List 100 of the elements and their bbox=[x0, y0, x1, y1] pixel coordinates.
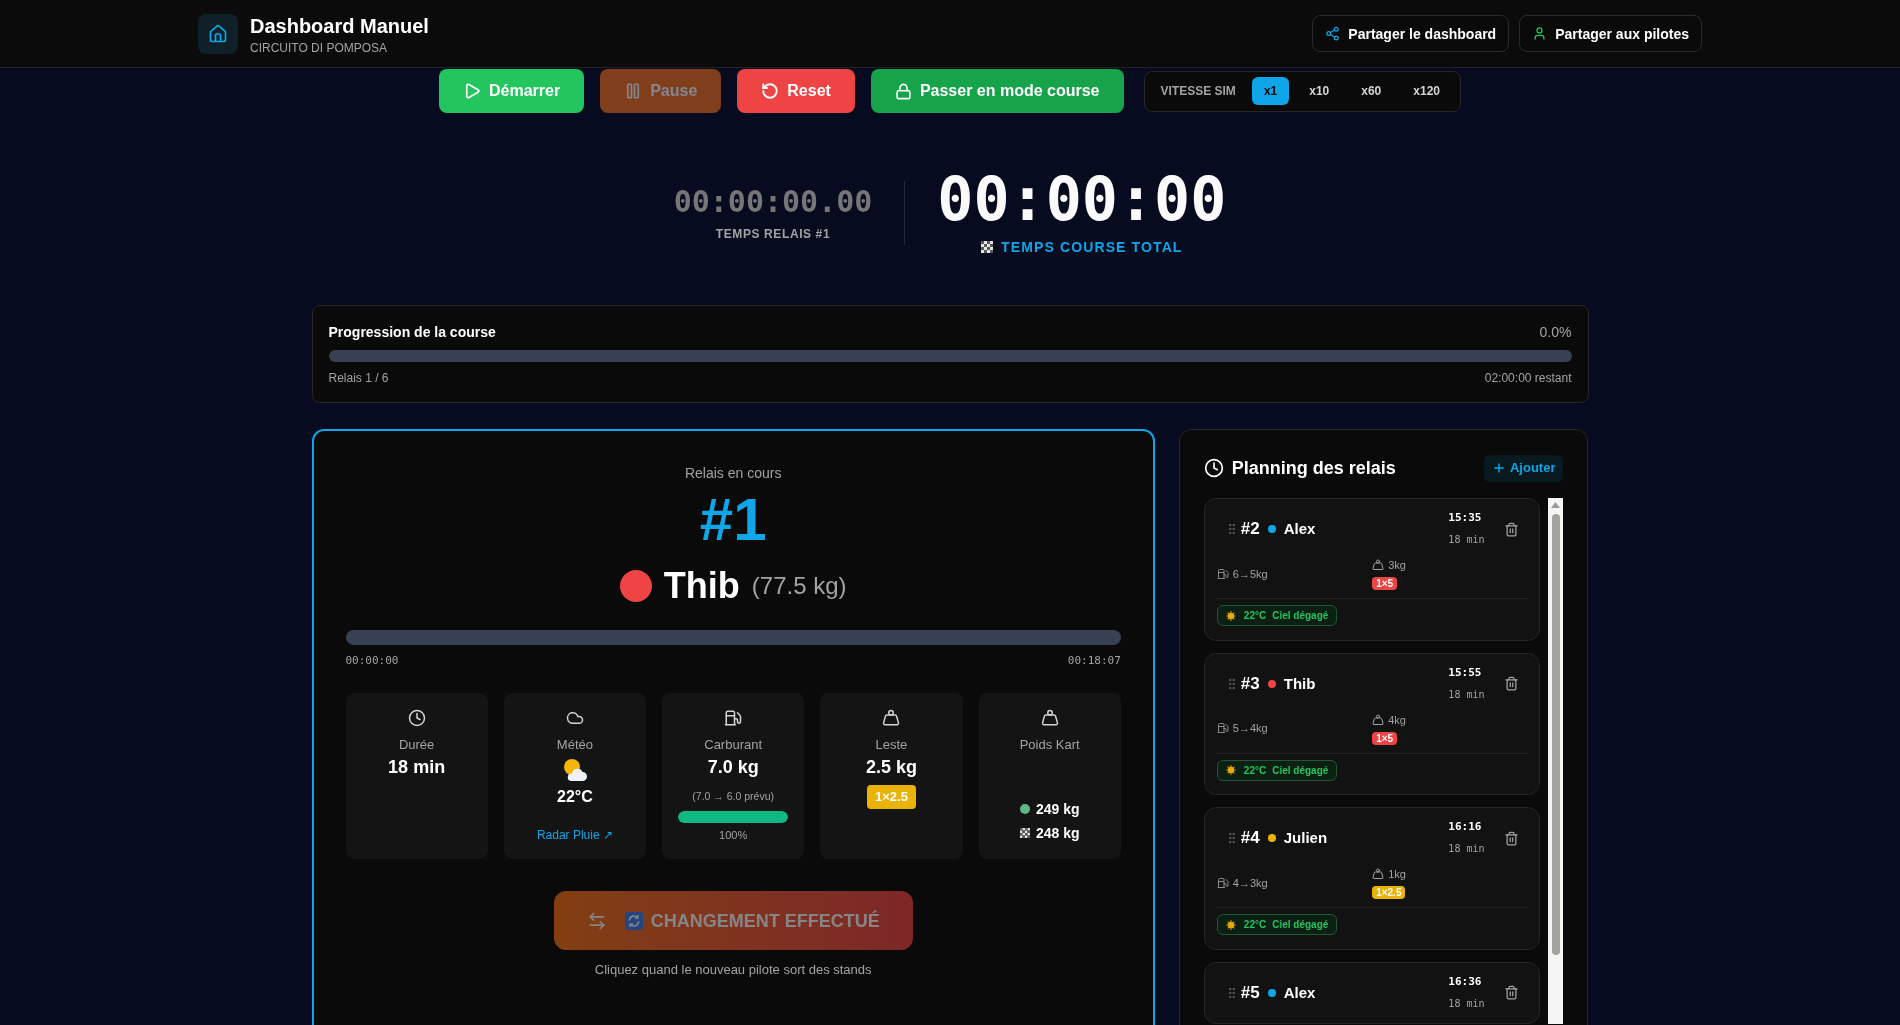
stat-value: 2.5 kg bbox=[865, 756, 917, 779]
stat-value: 22°C bbox=[557, 787, 593, 807]
relay-start: 00:00:00 bbox=[345, 653, 399, 669]
add-relay-button[interactable]: Ajouter bbox=[1484, 454, 1564, 482]
driver-change-hint: Cliquez quand le nouveau pilote sort des stands bbox=[594, 961, 872, 979]
weather-condition: Ciel dégagé bbox=[1272, 763, 1329, 777]
fuel-percent: 100% bbox=[719, 828, 748, 843]
scroll-up-arrow-icon[interactable] bbox=[1551, 502, 1561, 508]
kart-weight-value: 249 kg bbox=[1035, 800, 1080, 819]
dot-icon bbox=[1019, 804, 1030, 814]
dashboard-title: Dashboard Manuel bbox=[250, 13, 429, 39]
weather-temperature: 22°C bbox=[1243, 763, 1267, 777]
stat-label: Durée bbox=[398, 736, 435, 754]
refresh-icon bbox=[624, 911, 643, 930]
stat-label: Carburant bbox=[704, 736, 763, 754]
stat-value: 7.0 kg bbox=[707, 756, 759, 779]
time-remaining: 02:00:00 restant bbox=[1484, 370, 1572, 386]
speed-option[interactable]: x120 bbox=[1401, 77, 1452, 105]
fuel-plan: 6→5kg bbox=[1232, 566, 1268, 582]
driver-name: Alex bbox=[1283, 982, 1316, 1003]
lock-icon bbox=[894, 82, 912, 100]
relay-start-time: 16:16 bbox=[1448, 820, 1483, 834]
delete-icon[interactable] bbox=[1504, 985, 1520, 1000]
sun-behind-cloud-icon bbox=[562, 758, 588, 781]
stat-value: 18 min bbox=[388, 756, 446, 779]
fuel-pump-icon bbox=[1216, 722, 1229, 734]
delete-icon[interactable] bbox=[1504, 521, 1520, 537]
relay-duration: 18 min bbox=[1448, 533, 1485, 547]
relay-number: #2 bbox=[1240, 518, 1260, 540]
cloud-icon bbox=[565, 709, 584, 727]
weather-temperature: 22°C bbox=[1243, 609, 1267, 622]
ballast-badge: 1×5 bbox=[1372, 577, 1398, 590]
weather-temperature: 22°C bbox=[1243, 918, 1267, 931]
home-icon[interactable] bbox=[198, 13, 238, 54]
driver-name: Julien bbox=[1283, 828, 1328, 848]
weight-icon bbox=[1372, 559, 1385, 571]
ballast-weight: 3kg bbox=[1388, 558, 1406, 573]
checkered-flag-icon bbox=[981, 241, 994, 253]
clock-icon bbox=[407, 709, 426, 727]
relay-number: #5 bbox=[1240, 981, 1260, 1004]
weather-condition: Ciel dégagé bbox=[1272, 918, 1329, 931]
relay-timer-label: TEMPS RELAIS #1 bbox=[715, 226, 831, 242]
play-icon bbox=[463, 82, 481, 100]
race-timer: 00:00:00 bbox=[937, 169, 1227, 229]
fuel-pump-icon bbox=[724, 709, 743, 727]
fuel-forecast: (7.0 → 6.0 prévu) bbox=[692, 789, 774, 804]
reset-icon bbox=[761, 82, 780, 100]
progress-percent: 0.0% bbox=[1539, 323, 1572, 342]
plus-icon bbox=[1492, 461, 1506, 475]
circuit-name: CIRCUITO DI POMPOSA bbox=[250, 39, 389, 56]
checkered-flag-icon bbox=[1019, 828, 1030, 838]
relay-timer: 00:00:00.00 bbox=[673, 184, 873, 220]
relay-count: Relais 1 / 6 bbox=[328, 370, 389, 386]
ballast-badge: 1×2.5 bbox=[866, 785, 916, 809]
scrollbar-track[interactable] bbox=[1548, 498, 1564, 1024]
relay-duration: 18 min bbox=[1448, 687, 1485, 702]
weight-icon bbox=[882, 709, 901, 727]
relay-start-time: 15:55 bbox=[1448, 665, 1483, 680]
ballast-badge: 1×2.5 bbox=[1372, 886, 1406, 899]
relay-number: #4 bbox=[1240, 827, 1260, 849]
ballast-badge: 1×5 bbox=[1372, 731, 1398, 745]
relay-start-time: 16:36 bbox=[1448, 974, 1483, 989]
stat-label: Météo bbox=[556, 736, 593, 754]
weight-icon bbox=[1372, 713, 1385, 726]
radar-link[interactable]: Radar Pluie ↗ bbox=[536, 827, 613, 843]
speed-option[interactable]: x60 bbox=[1349, 77, 1394, 105]
race-timer-label: TEMPS COURSE TOTAL bbox=[1001, 238, 1183, 257]
planning-title: Planning des relais bbox=[1231, 457, 1396, 480]
delete-icon[interactable] bbox=[1504, 676, 1520, 691]
share-button[interactable]: Partager aux pilotes bbox=[1519, 15, 1702, 52]
weight-icon bbox=[1040, 709, 1059, 727]
current-relay-number: #1 bbox=[699, 490, 767, 550]
weather-condition: Ciel dégagé bbox=[1272, 609, 1329, 622]
relay-start-time: 15:35 bbox=[1448, 511, 1483, 525]
scrollbar-thumb[interactable] bbox=[1552, 514, 1560, 955]
share-button[interactable]: Partager le dashboard bbox=[1312, 15, 1510, 52]
clock-icon bbox=[1203, 458, 1224, 478]
ballast-weight: 4kg bbox=[1388, 712, 1406, 728]
ballast-weight: 1kg bbox=[1388, 867, 1406, 882]
fuel-plan: 5→4kg bbox=[1232, 721, 1268, 736]
kart-weight-value: 248 kg bbox=[1035, 824, 1080, 843]
share-icon bbox=[1325, 26, 1341, 41]
control-button[interactable]: Reset bbox=[737, 69, 855, 113]
sun-icon bbox=[1225, 765, 1236, 775]
sun-icon bbox=[1225, 610, 1236, 621]
delete-icon[interactable] bbox=[1504, 830, 1520, 846]
speed-label: VITESSE SIM bbox=[1160, 83, 1236, 99]
relay-duration: 18 min bbox=[1448, 996, 1485, 1011]
stat-label: Leste bbox=[875, 736, 908, 754]
speed-option[interactable]: x1 bbox=[1251, 77, 1290, 105]
driver-name: Alex bbox=[1283, 519, 1316, 539]
driver-name: Thib bbox=[1283, 673, 1316, 694]
user-icon bbox=[1532, 26, 1548, 41]
current-driver-name: Thib bbox=[663, 566, 740, 606]
sun-icon bbox=[1225, 919, 1236, 930]
current-relay-caption: Relais en cours bbox=[684, 464, 782, 483]
speed-option[interactable]: x10 bbox=[1297, 77, 1342, 105]
driver-weight: (77.5 kg) bbox=[751, 571, 847, 601]
relay-duration: 18 min bbox=[1448, 842, 1485, 856]
fuel-pump-icon bbox=[1216, 876, 1229, 889]
